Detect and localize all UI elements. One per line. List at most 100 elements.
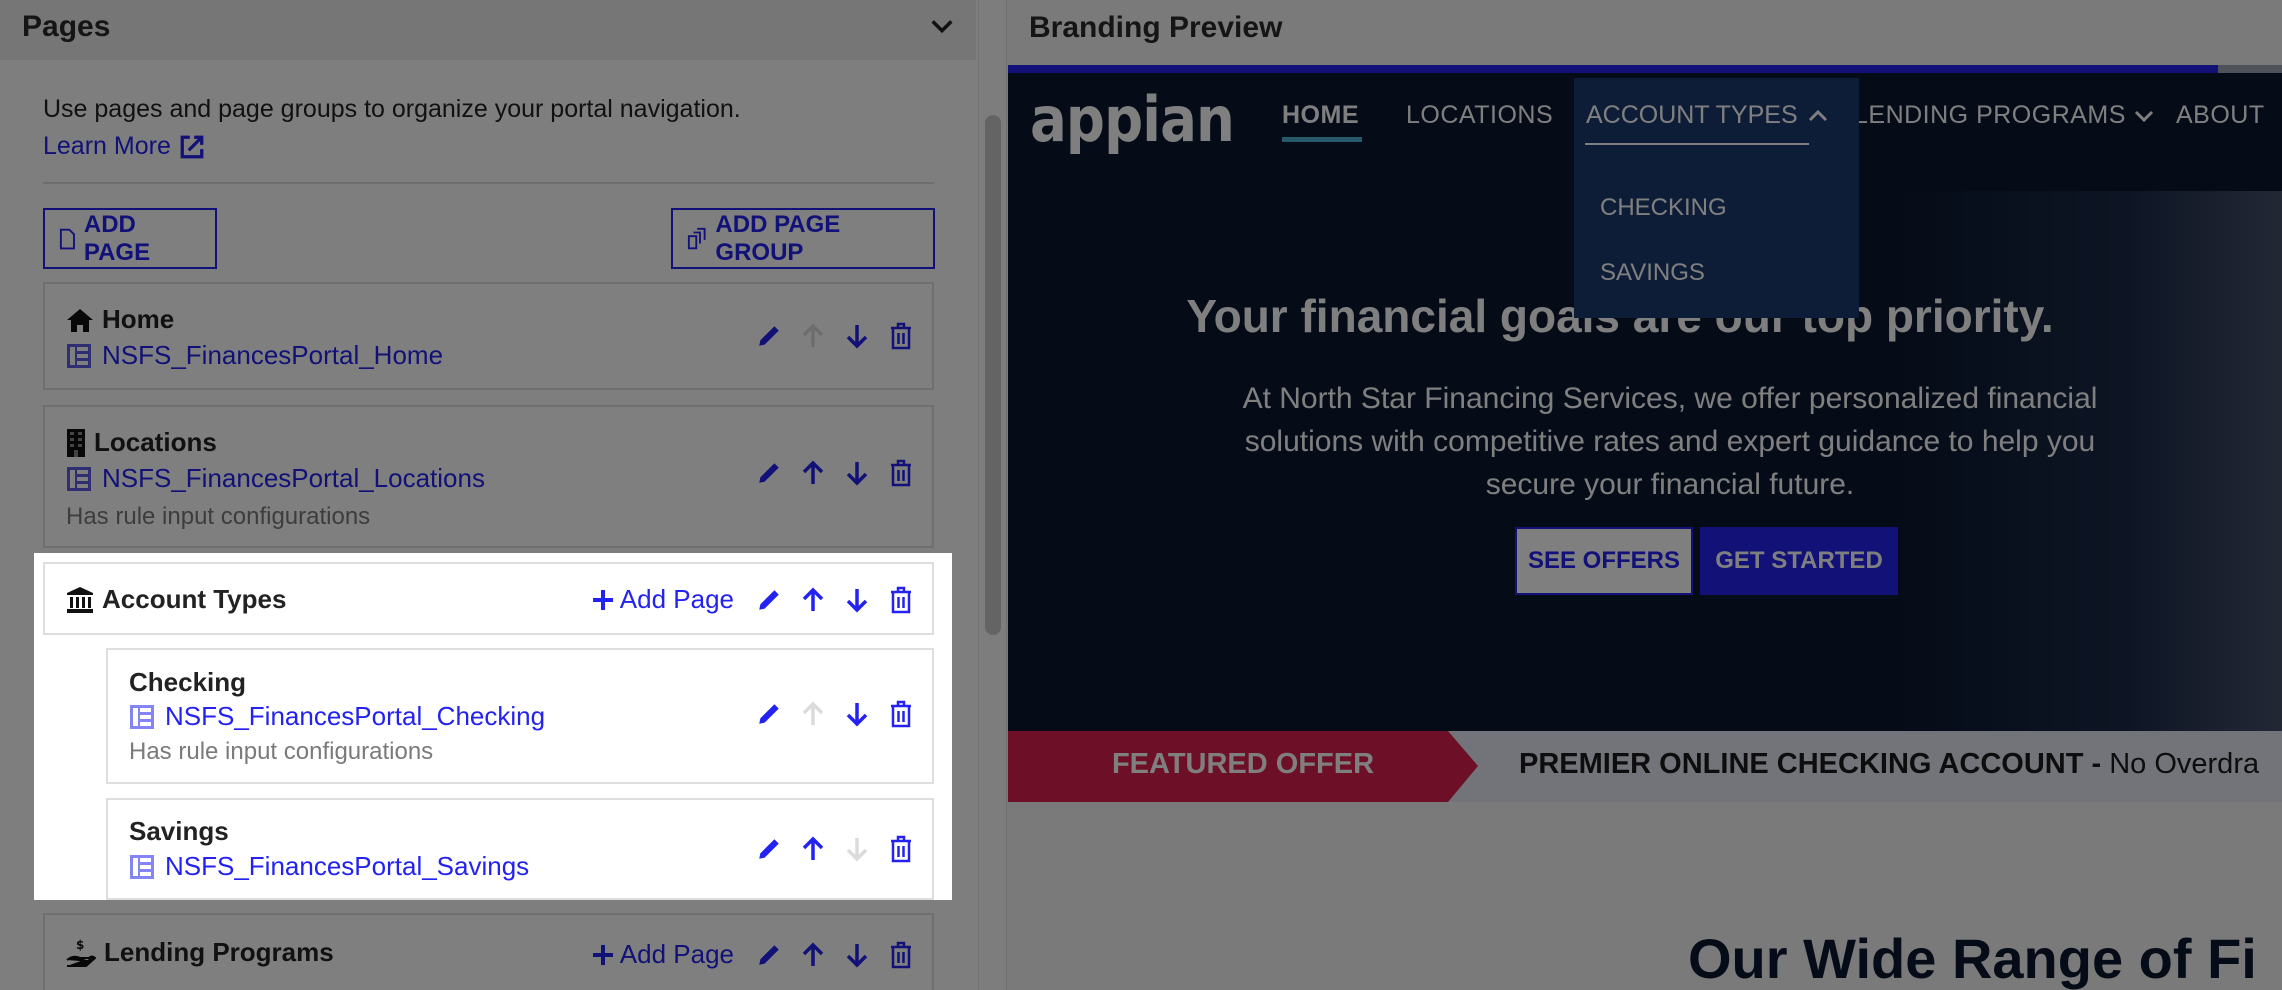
interface-name: NSFS_FinancesPortal_Savings — [165, 851, 530, 881]
edit-button[interactable] — [756, 322, 782, 350]
pencil-icon — [759, 463, 779, 483]
add-page-group-button[interactable]: ADD PAGE GROUP — [671, 208, 935, 269]
featured-tag-label: FEATURED OFFER — [1111, 748, 1375, 780]
group-actions: Add Page — [592, 939, 914, 970]
arrow-down-icon — [846, 588, 868, 612]
move-down-button[interactable] — [844, 586, 870, 614]
page-card-home: Home NSFS_FinancesPortal_Home — [43, 282, 934, 390]
edit-button[interactable] — [756, 941, 782, 969]
move-up-button[interactable] — [800, 459, 826, 487]
arrow-up-icon — [802, 942, 824, 966]
see-offers-button[interactable]: SEE OFFERS — [1515, 527, 1693, 595]
learn-more-label: Learn More — [43, 132, 171, 160]
pages-panel-header[interactable]: Pages — [0, 0, 976, 60]
move-up-button[interactable] — [800, 700, 826, 728]
group-actions: Add Page — [592, 584, 914, 615]
edit-button[interactable] — [756, 700, 782, 728]
account-types-dropdown: ACCOUNT TYPES CHECKING SAVINGS — [1574, 78, 1859, 318]
add-page-label: Add Page — [619, 584, 734, 614]
nav-lending-label: LENDING PROGRAMS — [1854, 101, 2126, 129]
edit-button[interactable] — [756, 459, 782, 487]
nav-home[interactable]: HOME — [1282, 101, 1359, 130]
nav-account-types-label: ACCOUNT TYPES — [1586, 101, 1798, 129]
featured-offer-text: PREMIER ONLINE CHECKING ACCOUNT - No Ove… — [1519, 748, 2259, 781]
spotlight-highlight: Account Types Add Page Checking NSFS_Fin… — [34, 553, 952, 900]
trash-icon — [891, 835, 911, 863]
page-title-row: Checking — [129, 667, 246, 698]
add-page-label: Add Page — [619, 939, 734, 969]
move-up-button[interactable] — [800, 835, 826, 863]
page-title: Locations — [94, 427, 217, 457]
file-icon — [59, 228, 75, 249]
child-page-card-checking: Checking NSFS_FinancesPortal_Checking Ha… — [106, 648, 934, 784]
interface-icon — [130, 854, 154, 879]
page-title-row: Savings — [129, 816, 229, 847]
move-up-button[interactable] — [800, 322, 826, 350]
add-page-group-label: ADD PAGE GROUP — [715, 210, 841, 266]
pencil-icon — [759, 326, 779, 346]
delete-button[interactable] — [888, 700, 914, 728]
page-actions — [756, 700, 914, 728]
add-page-button[interactable]: ADD PAGE — [43, 208, 217, 269]
building-icon — [67, 428, 85, 457]
panel-title: Pages — [22, 10, 111, 43]
group-add-page-button[interactable]: Add Page — [592, 584, 734, 615]
trash-icon — [891, 459, 911, 487]
page-title-row: Locations — [66, 427, 217, 458]
trash-icon — [891, 700, 911, 728]
preview-title: Branding Preview — [1029, 11, 1283, 44]
delete-button[interactable] — [888, 459, 914, 487]
pencil-icon — [759, 839, 779, 859]
interface-icon — [67, 466, 91, 491]
services-section: Our Wide Range of Fi — [1008, 802, 2282, 990]
scrollbar-thumb[interactable] — [985, 115, 1001, 635]
learn-more-link[interactable]: Learn More — [43, 132, 205, 161]
interface-link[interactable]: NSFS_FinancesPortal_Locations — [66, 463, 485, 494]
move-up-button[interactable] — [800, 586, 826, 614]
get-started-button[interactable]: GET STARTED — [1700, 527, 1898, 595]
interface-link[interactable]: NSFS_FinancesPortal_Checking — [129, 701, 545, 732]
move-down-button[interactable] — [844, 322, 870, 350]
group-title-row: Account Types — [66, 584, 286, 615]
delete-button[interactable] — [888, 586, 914, 614]
delete-button[interactable] — [888, 941, 914, 969]
move-down-button[interactable] — [844, 459, 870, 487]
appian-logo[interactable]: appian — [1030, 83, 1235, 156]
interface-name: NSFS_FinancesPortal_Home — [102, 340, 444, 370]
page-actions — [756, 835, 914, 863]
interface-link[interactable]: NSFS_FinancesPortal_Savings — [129, 851, 529, 882]
move-down-button[interactable] — [844, 941, 870, 969]
interface-name: NSFS_FinancesPortal_Checking — [165, 701, 546, 731]
featured-detail: No Overdra — [2101, 748, 2260, 780]
delete-button[interactable] — [888, 835, 914, 863]
trash-icon — [891, 322, 911, 350]
featured-offer-banner[interactable]: FEATURED OFFER PREMIER ONLINE CHECKING A… — [1008, 731, 2282, 802]
page-actions — [756, 459, 914, 487]
interface-link[interactable]: NSFS_FinancesPortal_Home — [66, 340, 443, 371]
group-title: Account Types — [102, 584, 287, 614]
dropdown-item-savings[interactable]: SAVINGS — [1600, 259, 1705, 287]
group-title-row: $ Lending Programs — [66, 937, 334, 968]
delete-button[interactable] — [888, 322, 914, 350]
move-down-button[interactable] — [844, 835, 870, 863]
pencil-icon — [759, 944, 779, 965]
page-title-row: Home — [66, 304, 174, 335]
trash-icon — [891, 941, 911, 968]
dropdown-item-checking[interactable]: CHECKING — [1600, 194, 1727, 222]
group-add-page-button[interactable]: Add Page — [592, 939, 734, 970]
nav-locations[interactable]: LOCATIONS — [1406, 101, 1553, 130]
nav-lending-programs[interactable]: LENDING PROGRAMS — [1854, 101, 2154, 130]
move-down-button[interactable] — [844, 700, 870, 728]
interface-name: NSFS_FinancesPortal_Locations — [102, 463, 485, 493]
nav-account-types[interactable]: ACCOUNT TYPES — [1586, 101, 1828, 130]
page-title: Savings — [129, 816, 229, 846]
chevron-down-icon[interactable] — [928, 12, 956, 40]
arrow-down-icon — [846, 462, 868, 486]
services-heading: Our Wide Range of Fi — [1688, 927, 2257, 990]
panel-description: Use pages and page groups to organize yo… — [43, 95, 741, 123]
featured-headline: PREMIER ONLINE CHECKING ACCOUNT - — [1519, 748, 2102, 780]
edit-button[interactable] — [756, 586, 782, 614]
move-up-button[interactable] — [800, 941, 826, 969]
edit-button[interactable] — [756, 835, 782, 863]
nav-about[interactable]: ABOUT — [2176, 101, 2265, 130]
